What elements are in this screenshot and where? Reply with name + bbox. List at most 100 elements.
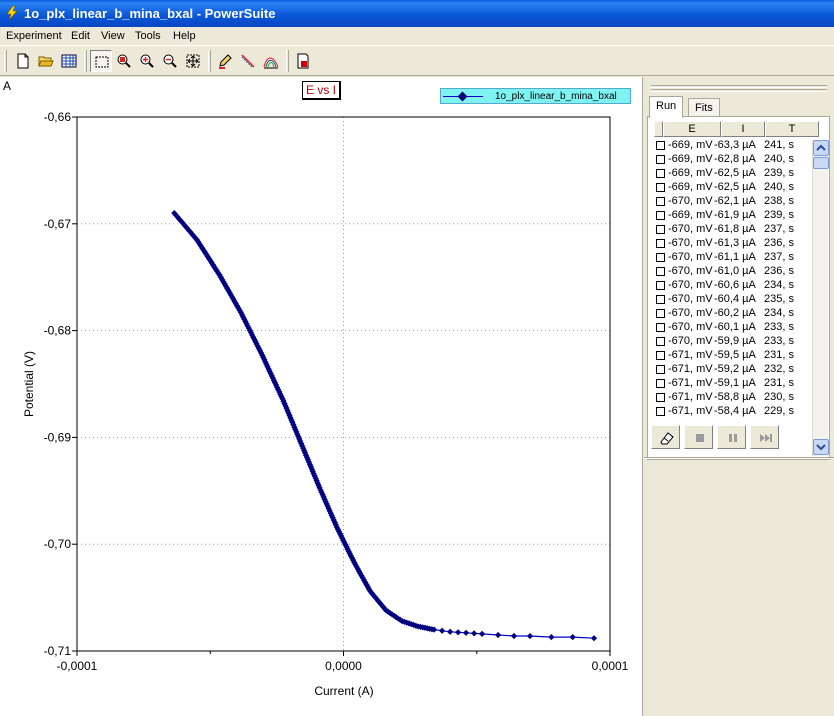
select-button[interactable] <box>90 50 112 72</box>
x-tick-label: 0,0001 <box>592 659 629 673</box>
data-point <box>590 635 598 642</box>
list-item[interactable]: -670, mV -61,8 µA 237, s <box>654 222 811 236</box>
row-current: -58,4 µA <box>714 405 756 417</box>
row-time: 236, s <box>764 265 794 277</box>
stop-button[interactable] <box>684 425 713 449</box>
table-button[interactable] <box>58 50 80 72</box>
x-tick-label: -0,0001 <box>57 659 98 673</box>
list-item[interactable]: -669, mV -63,3 µA 241, s <box>654 138 811 152</box>
menu-tools[interactable]: Tools <box>133 28 163 44</box>
scroll-up-button[interactable] <box>813 140 829 156</box>
menu-edit[interactable]: Edit <box>69 28 92 44</box>
list-scrollbar[interactable] <box>812 140 829 456</box>
row-checkbox[interactable] <box>656 267 665 276</box>
toolbar-grip-3[interactable] <box>208 50 211 72</box>
row-checkbox[interactable] <box>656 197 665 206</box>
skip-forward-button[interactable] <box>750 425 779 449</box>
panel-grip-2[interactable] <box>651 89 827 92</box>
list-item[interactable]: -670, mV -62,1 µA 238, s <box>654 194 811 208</box>
toolbar-grip-2[interactable] <box>84 50 87 72</box>
col-header-t[interactable]: T <box>765 121 819 137</box>
list-item[interactable]: -670, mV -61,1 µA 237, s <box>654 250 811 264</box>
list-item[interactable]: -670, mV -60,4 µA 235, s <box>654 292 811 306</box>
list-item[interactable]: -669, mV -62,5 µA 239, s <box>654 166 811 180</box>
new-button[interactable] <box>12 50 34 72</box>
chart-title[interactable]: E vs I <box>302 81 342 100</box>
scroll-thumb[interactable] <box>813 157 829 169</box>
list-item[interactable]: -671, mV -59,2 µA 232, s <box>654 362 811 376</box>
row-checkbox[interactable] <box>656 155 665 164</box>
col-header-e[interactable]: E <box>663 121 721 137</box>
list-item[interactable]: -670, mV -60,2 µA 234, s <box>654 306 811 320</box>
tab-fits[interactable]: Fits <box>688 98 720 118</box>
open-button[interactable] <box>35 50 57 72</box>
row-time: 238, s <box>764 195 794 207</box>
fit-all-button[interactable] <box>182 50 204 72</box>
row-checkbox[interactable] <box>656 295 665 304</box>
row-checkbox[interactable] <box>656 351 665 360</box>
row-checkbox[interactable] <box>656 337 665 346</box>
list-item[interactable]: -671, mV -58,4 µA 229, s <box>654 404 811 418</box>
scroll-down-button[interactable] <box>813 439 829 455</box>
data-point <box>510 632 518 640</box>
row-checkbox[interactable] <box>656 169 665 178</box>
list-header: E I T <box>654 121 819 137</box>
row-potential: -670, mV <box>668 293 713 305</box>
row-checkbox[interactable] <box>656 379 665 388</box>
list-item[interactable]: -669, mV -61,9 µA 239, s <box>654 208 811 222</box>
row-potential: -671, mV <box>668 391 713 403</box>
row-checkbox[interactable] <box>656 225 665 234</box>
row-checkbox[interactable] <box>656 393 665 402</box>
col-header-check[interactable] <box>654 121 663 137</box>
row-checkbox[interactable] <box>656 239 665 248</box>
row-potential: -671, mV <box>668 405 713 417</box>
pause-button[interactable] <box>717 425 746 449</box>
row-checkbox[interactable] <box>656 253 665 262</box>
list-item[interactable]: -669, mV -62,5 µA 240, s <box>654 180 811 194</box>
list-item[interactable]: -670, mV -60,6 µA 234, s <box>654 278 811 292</box>
zoom-button[interactable] <box>113 50 135 72</box>
record-button[interactable] <box>292 50 314 72</box>
pencil-button[interactable] <box>214 50 236 72</box>
axis-ticks <box>72 116 611 656</box>
panel-grip[interactable] <box>651 85 827 88</box>
menu-view[interactable]: View <box>99 28 127 44</box>
row-checkbox[interactable] <box>656 323 665 332</box>
list-item[interactable]: -670, mV -61,0 µA 236, s <box>654 264 811 278</box>
row-checkbox[interactable] <box>656 183 665 192</box>
col-header-i[interactable]: I <box>721 121 765 137</box>
zoom-in-button[interactable] <box>136 50 158 72</box>
toolbar-grip-4[interactable] <box>286 50 289 72</box>
zoom-out-button[interactable] <box>159 50 181 72</box>
row-checkbox[interactable] <box>656 309 665 318</box>
row-checkbox[interactable] <box>656 365 665 374</box>
list-item[interactable]: -671, mV -59,1 µA 231, s <box>654 376 811 390</box>
list-item[interactable]: -670, mV -60,1 µA 233, s <box>654 320 811 334</box>
data-list[interactable]: -669, mV -63,3 µA 241, s -669, mV -62,8 µA 24… <box>654 138 811 455</box>
menu-help[interactable]: Help <box>171 28 198 44</box>
title-bar: 1o_plx_linear_b_mina_bxal - PowerSuite <box>0 0 834 27</box>
row-checkbox[interactable] <box>656 211 665 220</box>
legend[interactable]: 1o_plx_linear_b_mina_bxal <box>440 88 631 104</box>
menu-experiment[interactable]: Experiment <box>4 28 64 44</box>
list-item[interactable]: -670, mV -61,3 µA 236, s <box>654 236 811 250</box>
tab-run[interactable]: Run <box>649 96 684 118</box>
list-item[interactable]: -670, mV -59,9 µA 233, s <box>654 334 811 348</box>
clear-button[interactable] <box>651 425 680 449</box>
curves-button[interactable] <box>260 50 282 72</box>
row-current: -61,8 µA <box>714 223 756 235</box>
row-potential: -669, mV <box>668 181 713 193</box>
row-checkbox[interactable] <box>656 281 665 290</box>
skip-forward-icon <box>760 434 772 442</box>
toolbar-grip[interactable] <box>4 50 7 72</box>
row-checkbox[interactable] <box>656 407 665 416</box>
stop-icon <box>696 434 704 442</box>
line-tool-button[interactable] <box>237 50 259 72</box>
line-tool-icon <box>241 54 255 68</box>
list-item[interactable]: -671, mV -58,8 µA 230, s <box>654 390 811 404</box>
list-item[interactable]: -671, mV -59,5 µA 231, s <box>654 348 811 362</box>
list-item[interactable]: -669, mV -62,8 µA 240, s <box>654 152 811 166</box>
row-checkbox[interactable] <box>656 141 665 150</box>
plot-svg[interactable]: -0,66 -0,67 -0,68 -0,69 -0,70 -0,71-0,0001 0,0… <box>0 77 643 716</box>
data-point <box>494 631 502 639</box>
